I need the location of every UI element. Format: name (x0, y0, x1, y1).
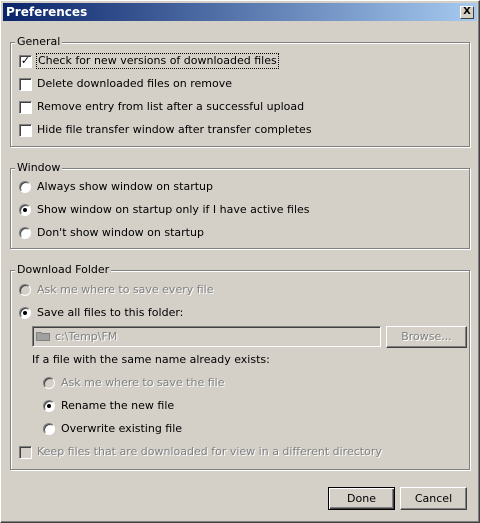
rename-new-label[interactable]: Rename the new file (61, 399, 174, 413)
folder-path-value: c:\Temp\FM (55, 330, 118, 343)
ask-save-file-row[interactable]: Ask me where to save the file (43, 376, 443, 392)
general-legend: General (15, 35, 63, 48)
ask-where-radio[interactable] (19, 284, 31, 296)
same-name-prompt-label: If a file with the same name already exi… (32, 353, 270, 366)
rename-new-row[interactable]: Rename the new file (43, 399, 443, 415)
same-name-prompt: If a file with the same name already exi… (32, 353, 452, 369)
check-new-versions-label[interactable]: Check for new versions of downloaded fil… (36, 53, 279, 69)
delete-downloaded-label[interactable]: Delete downloaded files on remove (37, 77, 232, 91)
ask-save-file-label[interactable]: Ask me where to save the file (61, 376, 224, 390)
folder-icon (36, 332, 50, 341)
window-title: Preferences (6, 5, 88, 19)
ask-save-file-radio[interactable] (43, 377, 55, 389)
close-button[interactable]: X (460, 6, 474, 19)
check-new-versions-row[interactable]: ✓ Check for new versions of downloaded f… (19, 53, 459, 70)
window-legend: Window (15, 161, 63, 174)
rename-new-radio[interactable] (43, 400, 55, 412)
preferences-dialog: Preferences X General ✓ Check for new ve… (0, 0, 480, 523)
overwrite-radio[interactable] (43, 423, 55, 435)
remove-entry-row[interactable]: Remove entry from list after a successfu… (19, 100, 459, 116)
hide-transfer-row[interactable]: Hide file transfer window after transfer… (19, 123, 459, 139)
radio-dot-icon (47, 404, 51, 408)
save-all-radio[interactable] (19, 307, 31, 319)
keep-files-row[interactable]: Keep files that are downloaded for view … (19, 445, 464, 461)
always-show-row[interactable]: Always show window on startup (19, 180, 459, 196)
always-show-radio[interactable] (19, 181, 31, 193)
close-icon: X (463, 6, 471, 17)
hide-transfer-checkbox[interactable] (19, 124, 32, 137)
done-button[interactable]: Done (328, 487, 395, 510)
download-folder-group: Download Folder (10, 263, 470, 470)
delete-downloaded-row[interactable]: Delete downloaded files on remove (19, 77, 459, 93)
done-label: Done (347, 492, 376, 505)
always-show-label[interactable]: Always show window on startup (37, 180, 213, 194)
cancel-label: Cancel (414, 492, 453, 505)
overwrite-row[interactable]: Overwrite existing file (43, 422, 443, 438)
hide-transfer-label[interactable]: Hide file transfer window after transfer… (37, 123, 312, 137)
dont-show-radio[interactable] (19, 227, 31, 239)
remove-entry-checkbox[interactable] (19, 101, 32, 114)
save-all-label[interactable]: Save all files to this folder: (37, 306, 183, 320)
title-bar: Preferences X (3, 3, 477, 21)
download-folder-legend: Download Folder (15, 263, 112, 276)
delete-downloaded-checkbox[interactable] (19, 78, 32, 91)
ask-where-row[interactable]: Ask me where to save every file (19, 283, 459, 299)
dont-show-label[interactable]: Don't show window on startup (37, 226, 204, 240)
folder-path-field[interactable]: c:\Temp\FM (32, 326, 381, 347)
cancel-button[interactable]: Cancel (400, 487, 467, 510)
show-if-active-radio[interactable] (19, 204, 31, 216)
dont-show-row[interactable]: Don't show window on startup (19, 226, 459, 242)
save-all-row[interactable]: Save all files to this folder: (19, 306, 459, 322)
show-if-active-row[interactable]: Show window on startup only if I have ac… (19, 203, 459, 219)
show-if-active-label[interactable]: Show window on startup only if I have ac… (37, 203, 310, 217)
radio-dot-icon (23, 311, 27, 315)
remove-entry-label[interactable]: Remove entry from list after a successfu… (37, 100, 304, 114)
ask-where-label[interactable]: Ask me where to save every file (37, 283, 214, 297)
check-new-versions-checkbox[interactable]: ✓ (19, 55, 32, 68)
keep-files-checkbox[interactable] (19, 446, 32, 459)
browse-button[interactable]: Browse... (386, 326, 467, 348)
radio-dot-icon (23, 208, 27, 212)
overwrite-label[interactable]: Overwrite existing file (61, 422, 182, 436)
browse-label: Browse... (401, 330, 452, 343)
keep-files-label[interactable]: Keep files that are downloaded for view … (37, 445, 382, 459)
